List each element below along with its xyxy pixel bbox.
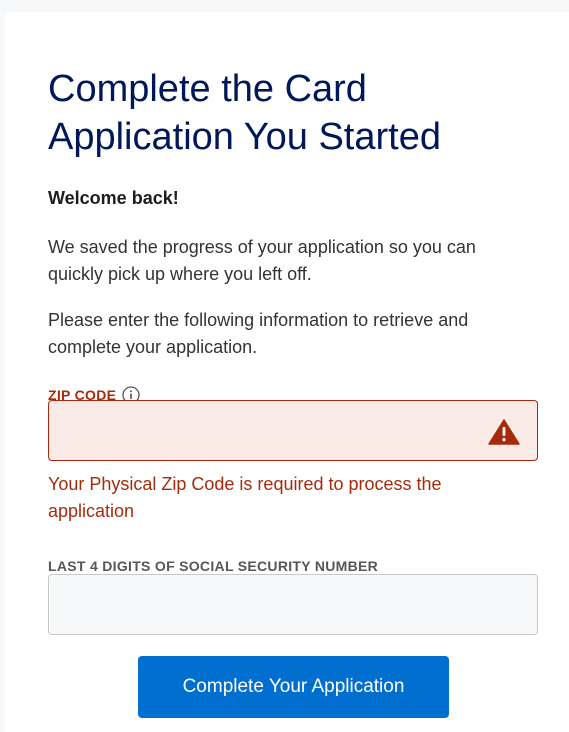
- application-card: Complete the Card Application You Starte…: [5, 12, 569, 732]
- instruction-paragraph: Please enter the following information t…: [48, 310, 469, 357]
- intro-paragraph: We saved the progress of your applicatio…: [48, 237, 476, 284]
- page-title: Complete the Card Application You Starte…: [48, 68, 441, 158]
- ssn-label: LAST 4 DIGITS OF SOCIAL SECURITY NUMBER: [48, 558, 379, 574]
- complete-application-button[interactable]: Complete Your Application: [138, 656, 449, 718]
- ssn-label-row: LAST 4 DIGITS OF SOCIAL SECURITY NUMBER: [48, 558, 378, 574]
- warning-icon: [488, 419, 520, 445]
- ssn-input[interactable]: [49, 575, 537, 634]
- zip-code-field: [48, 400, 538, 461]
- welcome-heading: Welcome back!: [48, 188, 179, 208]
- zip-error-message: Your Physical Zip Code is required to pr…: [48, 474, 442, 521]
- zip-code-input[interactable]: [49, 401, 537, 460]
- ssn-field: [48, 574, 538, 635]
